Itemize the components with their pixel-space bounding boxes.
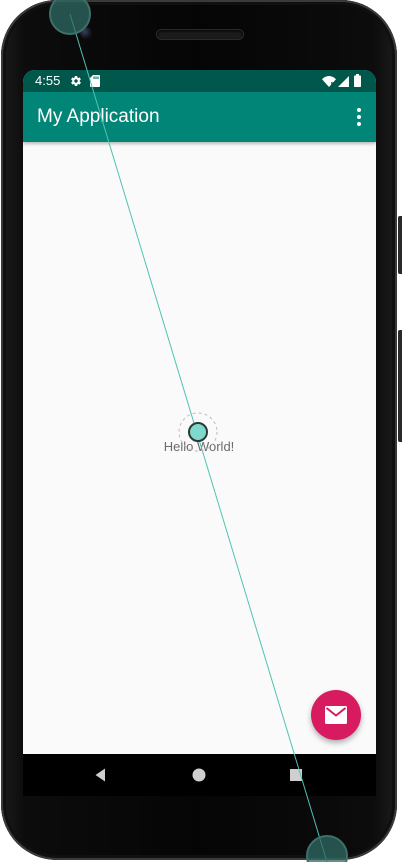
volume-button [398,330,402,442]
email-fab-button[interactable] [311,690,361,740]
power-button [398,216,402,274]
device-screen: 4:55 My Application Hello World! [23,70,376,754]
email-icon [325,706,347,724]
main-content: Hello World! [23,142,376,754]
recents-icon[interactable] [288,767,304,783]
more-vert-icon[interactable] [356,107,362,127]
sd-card-icon [90,75,100,87]
earpiece-speaker [157,30,243,39]
status-bar: 4:55 [23,70,376,92]
device-frame: 4:55 My Application Hello World! [1,0,397,860]
front-camera-icon [80,27,92,39]
signal-icon [338,76,349,87]
home-icon[interactable] [191,767,207,783]
gear-icon [71,76,81,87]
app-bar: My Application [23,92,376,142]
status-time: 4:55 [35,73,61,88]
back-icon[interactable] [93,767,109,783]
battery-icon [354,74,361,87]
hello-world-text: Hello World! [163,439,235,454]
wifi-icon [322,76,336,87]
app-title: My Application [37,106,160,127]
navigation-bar [23,754,376,796]
